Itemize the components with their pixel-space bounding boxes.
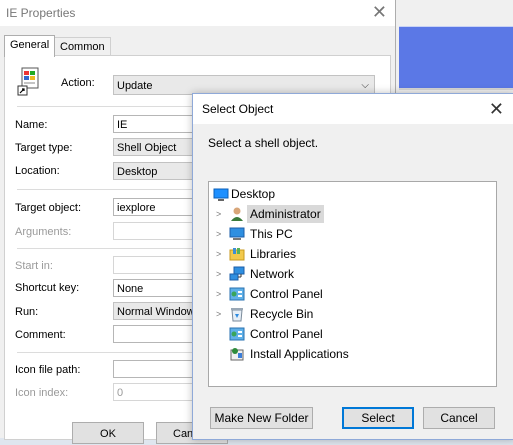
chevron-right-icon[interactable]: >: [216, 265, 226, 283]
tab-common[interactable]: Common: [54, 37, 111, 56]
target-object-label: Target object:: [15, 202, 82, 214]
properties-title: IE Properties: [6, 6, 76, 20]
select-object-dialog: Select Object ✕ Select a shell object. D…: [192, 93, 513, 440]
dialog-prompt: Select a shell object.: [208, 136, 319, 150]
location-label: Location:: [15, 165, 60, 177]
select-button[interactable]: Select: [342, 407, 414, 429]
icon-index-label: Icon index:: [15, 387, 69, 399]
target-type-select[interactable]: Shell Object: [113, 138, 203, 156]
close-icon[interactable]: ✕: [489, 99, 504, 119]
install-applications-icon: [229, 346, 245, 362]
target-object-field[interactable]: iexplore: [113, 198, 203, 216]
computer-icon: [229, 226, 245, 242]
action-value: Update: [117, 80, 153, 92]
icon-index-field[interactable]: 0: [113, 383, 203, 401]
chevron-right-icon[interactable]: >: [216, 205, 226, 223]
tree-item-label: This PC: [250, 227, 293, 241]
comment-label: Comment:: [15, 329, 66, 341]
shell-object-tree[interactable]: Desktop > Administrator > This PC > Libr…: [208, 181, 497, 387]
control-panel-icon: [229, 326, 245, 342]
dialog-titlebar: Select Object ✕: [193, 94, 513, 124]
desktop-icon: [213, 186, 229, 202]
close-icon[interactable]: ✕: [372, 2, 387, 22]
user-icon: [229, 206, 245, 222]
tree-item-label: Libraries: [250, 247, 297, 261]
make-new-folder-button[interactable]: Make New Folder: [210, 407, 313, 429]
control-panel-icon: [229, 286, 245, 302]
chevron-right-icon[interactable]: >: [216, 245, 226, 263]
tree-item-label: Desktop: [231, 187, 276, 201]
background-window-divider: [399, 88, 513, 90]
background-window-banner: [399, 26, 513, 89]
location-select[interactable]: Desktop: [113, 162, 203, 180]
icon-file-path-field[interactable]: [113, 360, 203, 378]
recycle-bin-icon: [229, 306, 245, 322]
cancel-button[interactable]: Cancel: [423, 407, 495, 429]
shortcut-key-field[interactable]: None: [113, 279, 203, 297]
shortcut-key-label: Shortcut key:: [15, 282, 80, 294]
tree-item-label: Recycle Bin: [250, 307, 314, 321]
target-type-label: Target type:: [15, 142, 73, 154]
arguments-label: Arguments:: [15, 226, 72, 238]
tree-item-label: Control Panel: [250, 287, 323, 301]
network-icon: [229, 266, 245, 282]
run-select[interactable]: Normal Window: [113, 302, 203, 320]
shortcut-icon: [17, 66, 43, 96]
libraries-icon: [229, 246, 245, 262]
tree-item-label: Administrator: [247, 205, 324, 223]
action-label: Action:: [61, 77, 95, 89]
chevron-right-icon[interactable]: >: [216, 285, 226, 303]
tree-item-label: Control Panel: [250, 327, 323, 341]
icon-file-path-label: Icon file path:: [15, 364, 81, 376]
tree-item-label: Install Applications: [250, 347, 349, 361]
ok-button[interactable]: OK: [72, 422, 144, 444]
arguments-field[interactable]: [113, 222, 203, 240]
action-select[interactable]: Update ⌵: [113, 75, 375, 95]
start-in-field[interactable]: [113, 256, 203, 274]
chevron-right-icon[interactable]: >: [216, 225, 226, 243]
dialog-title: Select Object: [202, 102, 274, 116]
start-in-label: Start in:: [15, 260, 53, 272]
tree-item-label: Network: [250, 267, 295, 281]
run-label: Run:: [15, 306, 39, 318]
name-field[interactable]: IE: [113, 115, 203, 133]
name-label: Name:: [15, 119, 48, 131]
comment-field[interactable]: [113, 325, 203, 343]
properties-titlebar: IE Properties ✕: [0, 0, 395, 26]
chevron-right-icon[interactable]: >: [216, 305, 226, 323]
tab-general[interactable]: General: [4, 35, 56, 57]
